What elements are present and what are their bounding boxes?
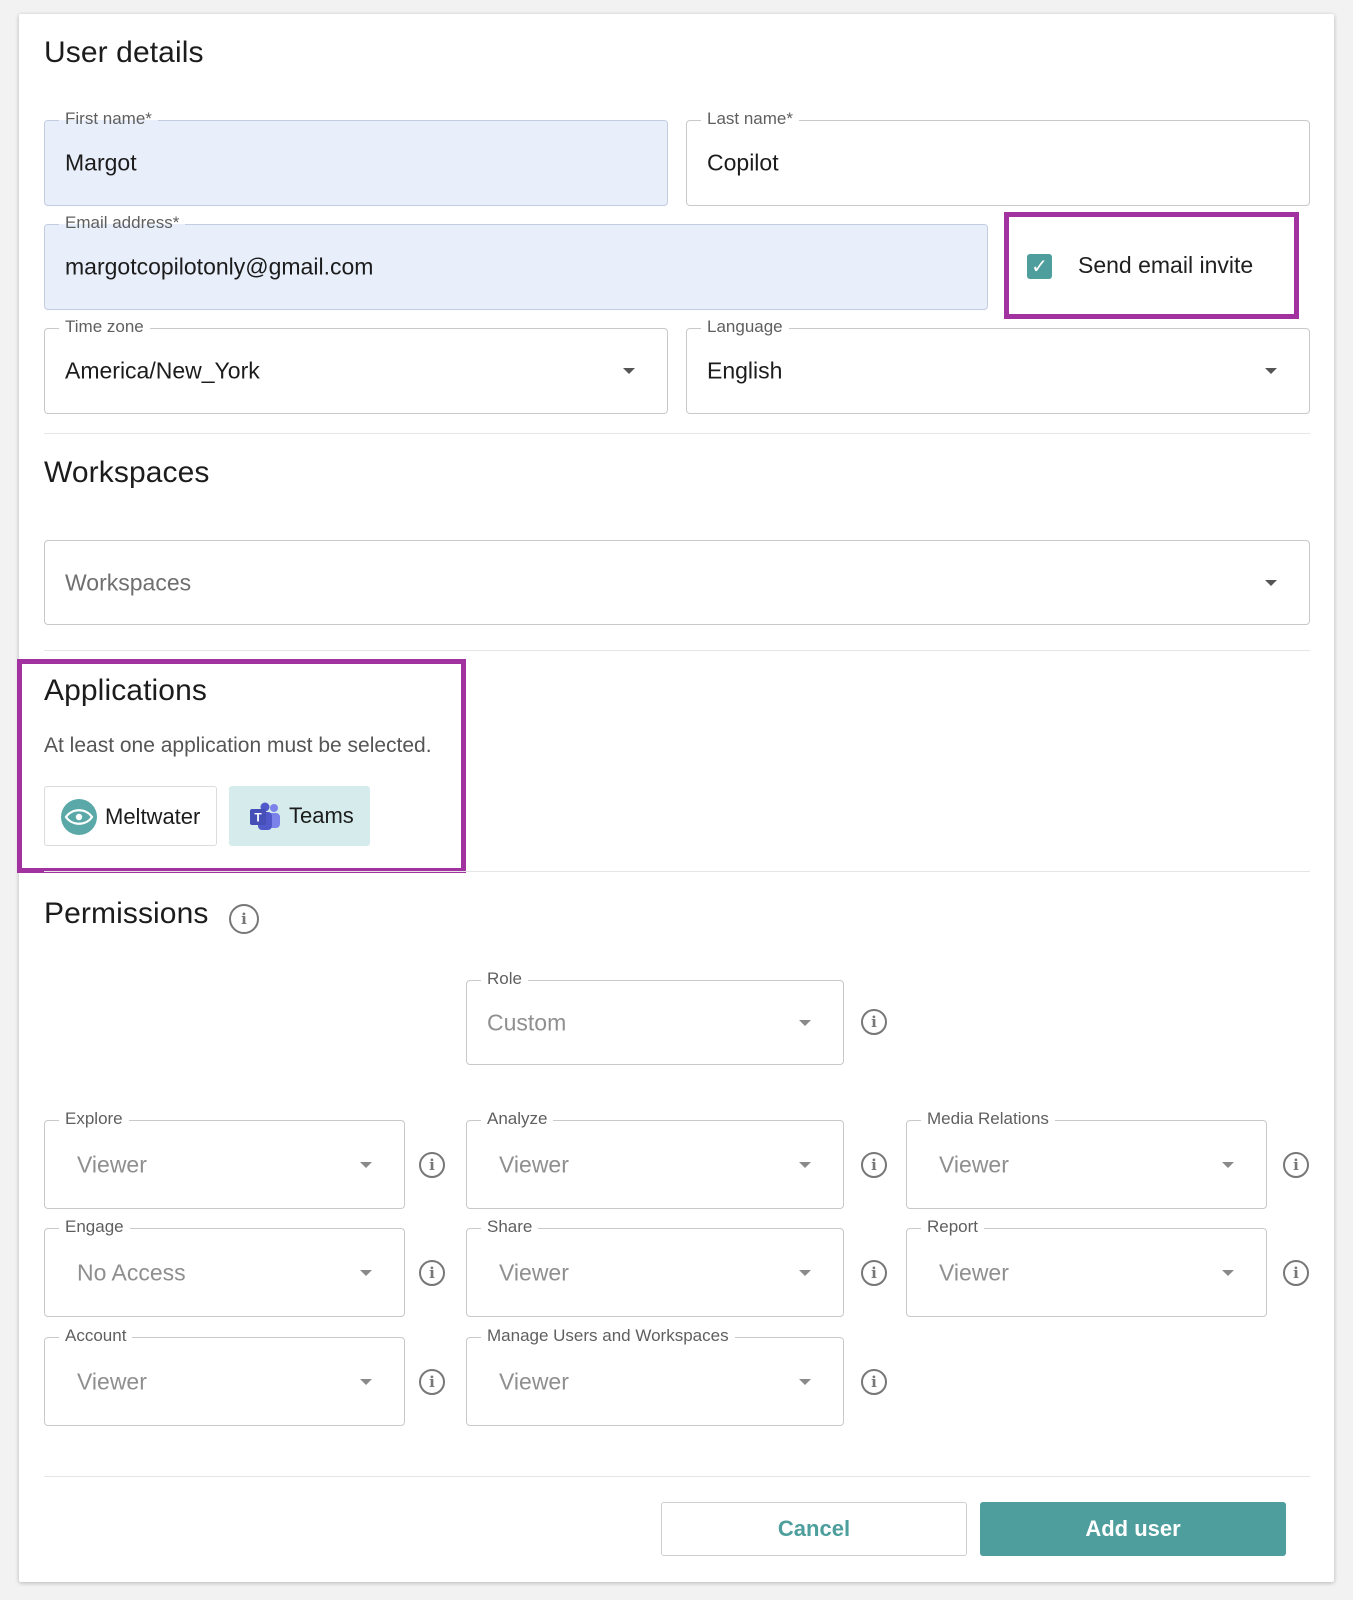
chevron-down-icon <box>799 1378 811 1385</box>
teams-logo-icon: T <box>249 802 281 838</box>
media-relations-select[interactable]: Media Relations Viewer <box>906 1109 1267 1209</box>
chevron-down-icon <box>799 1269 811 1276</box>
info-icon[interactable]: i <box>1283 1260 1309 1286</box>
account-value: Viewer <box>77 1368 147 1394</box>
first-name-value: Margot <box>65 149 137 176</box>
send-invite-checkbox[interactable]: ✓ <box>1027 254 1052 279</box>
share-select[interactable]: Share Viewer <box>466 1217 844 1317</box>
info-icon[interactable]: i <box>419 1152 445 1178</box>
email-label: Email address* <box>59 213 186 233</box>
application-chip-label: Teams <box>289 803 354 828</box>
time-zone-value: America/New_York <box>65 357 260 384</box>
application-chip-label: Meltwater <box>105 804 201 829</box>
add-user-button[interactable]: Add user <box>980 1502 1286 1556</box>
info-icon[interactable]: i <box>861 1009 887 1035</box>
explore-select[interactable]: Explore Viewer <box>44 1109 405 1209</box>
first-name-field[interactable]: First name* Margot <box>44 109 668 206</box>
workspaces-placeholder: Workspaces <box>65 569 192 595</box>
divider <box>44 871 1310 872</box>
account-label: Account <box>59 1326 133 1346</box>
explore-label: Explore <box>59 1109 129 1129</box>
info-icon[interactable]: i <box>419 1369 445 1395</box>
application-chip-meltwater[interactable]: Meltwater <box>44 786 217 846</box>
manage-users-workspaces-select[interactable]: Manage Users and Workspaces Viewer <box>466 1326 844 1426</box>
check-icon: ✓ <box>1031 256 1048 278</box>
share-label: Share <box>481 1217 539 1237</box>
report-value: Viewer <box>939 1259 1009 1285</box>
application-chip-teams[interactable]: T Teams <box>229 786 370 846</box>
user-details-title: User details <box>44 36 204 69</box>
info-icon[interactable]: i <box>861 1152 887 1178</box>
meltwater-logo-icon <box>61 799 97 835</box>
divider <box>44 433 1310 434</box>
analyze-label: Analyze <box>481 1109 554 1129</box>
chevron-down-icon <box>1265 368 1277 374</box>
chevron-down-icon <box>360 1378 372 1385</box>
divider <box>44 650 1310 651</box>
workspaces-select[interactable]: Workspaces <box>44 540 1310 625</box>
time-zone-label: Time zone <box>59 317 150 337</box>
analyze-value: Viewer <box>499 1151 569 1177</box>
info-icon[interactable]: i <box>861 1260 887 1286</box>
divider <box>44 1476 1310 1477</box>
last-name-value: Copilot <box>707 149 779 176</box>
info-icon[interactable]: i <box>419 1260 445 1286</box>
chevron-down-icon <box>799 1019 811 1026</box>
engage-select[interactable]: Engage No Access <box>44 1217 405 1317</box>
engage-label: Engage <box>59 1217 130 1237</box>
language-select[interactable]: Language English <box>686 317 1310 414</box>
last-name-label: Last name* <box>701 109 799 129</box>
cancel-button[interactable]: Cancel <box>661 1502 967 1556</box>
report-select[interactable]: Report Viewer <box>906 1217 1267 1317</box>
explore-value: Viewer <box>77 1151 147 1177</box>
svg-text:T: T <box>254 811 262 825</box>
chevron-down-icon <box>799 1161 811 1168</box>
engage-value: No Access <box>77 1259 186 1285</box>
applications-title: Applications <box>44 674 207 707</box>
share-value: Viewer <box>499 1259 569 1285</box>
chevron-down-icon <box>1265 579 1277 586</box>
permissions-title: Permissions <box>44 897 209 930</box>
applications-hint: At least one application must be selecte… <box>44 734 432 757</box>
manage-users-workspaces-value: Viewer <box>499 1368 569 1394</box>
manage-users-workspaces-label: Manage Users and Workspaces <box>481 1326 735 1346</box>
chevron-down-icon <box>360 1269 372 1276</box>
role-select[interactable]: Role Custom <box>466 969 844 1065</box>
info-icon[interactable]: i <box>229 904 259 934</box>
info-icon[interactable]: i <box>861 1369 887 1395</box>
chevron-down-icon <box>1222 1269 1234 1276</box>
email-field[interactable]: Email address* margotcopilotonly@gmail.c… <box>44 213 988 310</box>
chevron-down-icon <box>1222 1161 1234 1168</box>
chevron-down-icon <box>623 368 635 374</box>
send-invite-label[interactable]: Send email invite <box>1078 252 1253 279</box>
email-value: margotcopilotonly@gmail.com <box>65 253 374 280</box>
analyze-select[interactable]: Analyze Viewer <box>466 1109 844 1209</box>
language-value: English <box>707 357 783 384</box>
time-zone-select[interactable]: Time zone America/New_York <box>44 317 668 414</box>
chevron-down-icon <box>360 1161 372 1168</box>
info-icon[interactable]: i <box>1283 1152 1309 1178</box>
media-relations-value: Viewer <box>939 1151 1009 1177</box>
language-label: Language <box>701 317 789 337</box>
account-select[interactable]: Account Viewer <box>44 1326 405 1426</box>
role-label: Role <box>481 969 528 989</box>
first-name-label: First name* <box>59 109 158 129</box>
role-value: Custom <box>487 1009 567 1035</box>
workspaces-title: Workspaces <box>44 456 210 489</box>
media-relations-label: Media Relations <box>921 1109 1055 1129</box>
last-name-field[interactable]: Last name* Copilot <box>686 109 1310 206</box>
report-label: Report <box>921 1217 985 1237</box>
